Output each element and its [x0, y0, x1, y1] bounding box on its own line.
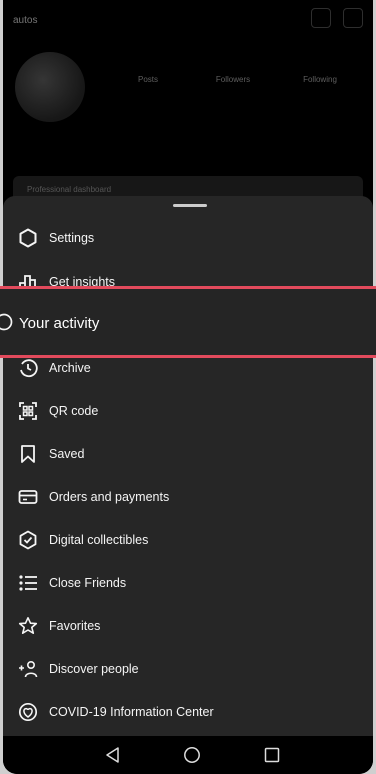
recent-apps-icon[interactable]: [261, 744, 283, 766]
menu-item-discover-people[interactable]: Discover people: [3, 649, 373, 689]
qr-code-icon: [17, 400, 39, 422]
card-icon: [17, 486, 39, 508]
menu-item-label: QR code: [49, 404, 99, 418]
menu-item-settings[interactable]: Settings: [3, 218, 373, 258]
menu-item-favorites[interactable]: Favorites: [3, 606, 373, 646]
settings-icon: [17, 227, 39, 249]
menu-item-covid-center[interactable]: COVID-19 Information Center: [3, 692, 373, 732]
username[interactable]: autos: [13, 15, 37, 26]
followers-label: Followers: [215, 75, 251, 84]
sheet-handle[interactable]: [173, 204, 207, 207]
menu-item-label: Favorites: [49, 619, 101, 633]
bookmark-icon: [17, 443, 39, 465]
menu-item-digital-collectibles[interactable]: Digital collectibles: [3, 520, 373, 560]
system-nav-bar: [3, 736, 373, 774]
menu-item-orders-payments[interactable]: Orders and payments: [3, 477, 373, 517]
add-person-icon: [17, 658, 39, 680]
menu-item-your-activity[interactable]: Your activity: [0, 286, 376, 358]
close-friends-icon: [17, 572, 39, 594]
avatar[interactable]: [15, 52, 85, 122]
professional-dashboard-label: Professional dashboard: [27, 185, 112, 194]
collectibles-icon: [17, 529, 39, 551]
following-label: Following: [303, 75, 337, 84]
archive-icon: [17, 357, 39, 379]
create-icon[interactable]: [311, 8, 331, 28]
menu-item-qr-code[interactable]: QR code: [3, 391, 373, 431]
menu-item-label: COVID-19 Information Center: [49, 705, 214, 719]
menu-item-label: Saved: [49, 447, 85, 461]
menu-item-label: Digital collectibles: [49, 533, 149, 547]
menu-item-label: Archive: [49, 361, 91, 375]
menu-item-close-friends[interactable]: Close Friends: [3, 563, 373, 603]
menu-item-label: Close Friends: [49, 576, 127, 590]
menu-item-label: Settings: [49, 231, 95, 245]
activity-icon: [0, 313, 13, 331]
covid-icon: [17, 701, 39, 723]
menu-item-label: Discover people: [49, 662, 139, 676]
posts-stat[interactable]: Posts: [113, 72, 183, 84]
phone-screen: autos Posts Followers Following Professi…: [3, 0, 373, 774]
posts-label: Posts: [137, 75, 158, 84]
menu-item-saved[interactable]: Saved: [3, 434, 373, 474]
followers-stat[interactable]: Followers: [198, 72, 268, 84]
menu-icon[interactable]: [343, 8, 363, 28]
top-bar: autos: [13, 8, 363, 30]
home-icon[interactable]: [181, 744, 203, 766]
menu-item-label: Your activity: [19, 315, 100, 332]
star-icon: [17, 615, 39, 637]
following-stat[interactable]: Following: [285, 72, 355, 84]
menu-item-label: Orders and payments: [49, 490, 170, 504]
back-icon[interactable]: [102, 744, 124, 766]
options-sheet: Settings Get insights Archive QR code Sa: [3, 196, 373, 736]
